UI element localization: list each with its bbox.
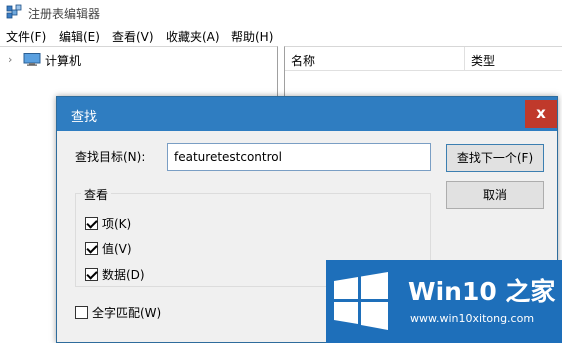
values-checkbox[interactable] xyxy=(85,242,98,255)
expand-chevron-icon[interactable]: › xyxy=(8,53,12,66)
windows-logo-icon xyxy=(334,272,388,330)
dialog-title: 查找 xyxy=(71,110,98,125)
menu-edit[interactable]: 编辑(E) xyxy=(59,28,100,45)
option-values[interactable]: 值(V) xyxy=(85,240,132,257)
option-keys[interactable]: 项(K) xyxy=(85,215,131,232)
registry-editor-icon xyxy=(6,4,22,19)
look-at-group-title: 查看 xyxy=(81,186,112,203)
match-whole-checkbox[interactable] xyxy=(75,306,88,319)
keys-checkbox[interactable] xyxy=(85,217,98,230)
watermark-url: www.win10xitong.com xyxy=(410,312,535,325)
match-whole-label: 全字匹配(W) xyxy=(92,306,162,320)
find-next-button[interactable]: 查找下一个(F) xyxy=(446,144,544,172)
menu-file[interactable]: 文件(F) xyxy=(6,28,46,45)
data-checkbox[interactable] xyxy=(85,268,98,281)
close-button[interactable]: x xyxy=(525,100,557,128)
option-match-whole[interactable]: 全字匹配(W) xyxy=(75,304,161,321)
menu-favorites[interactable]: 收藏夹(A) xyxy=(166,28,220,45)
find-what-input[interactable] xyxy=(167,143,431,171)
menu-view[interactable]: 查看(V) xyxy=(112,28,154,45)
menu-bar: 文件(F) 编辑(E) 查看(V) 收藏夹(A) 帮助(H) xyxy=(0,26,562,46)
column-header-name[interactable]: 名称 xyxy=(285,47,465,71)
values-label: 值(V) xyxy=(102,242,132,256)
cancel-button[interactable]: 取消 xyxy=(446,181,544,209)
tree-item-computer[interactable]: 计算机 xyxy=(45,52,81,69)
dialog-titlebar[interactable]: 查找 x xyxy=(57,97,557,131)
option-data[interactable]: 数据(D) xyxy=(85,266,145,283)
column-header-type[interactable]: 类型 xyxy=(465,47,562,71)
window-title: 注册表编辑器 xyxy=(28,7,101,21)
watermark-badge: Win10 之家 www.win10xitong.com xyxy=(326,260,562,343)
computer-icon xyxy=(23,53,41,66)
watermark-title: Win10 之家 xyxy=(408,277,556,306)
find-what-label: 查找目标(N): xyxy=(75,150,146,164)
keys-label: 项(K) xyxy=(102,217,132,231)
menu-help[interactable]: 帮助(H) xyxy=(231,28,273,45)
window-titlebar: 注册表编辑器 xyxy=(0,0,562,26)
data-label: 数据(D) xyxy=(102,268,145,282)
